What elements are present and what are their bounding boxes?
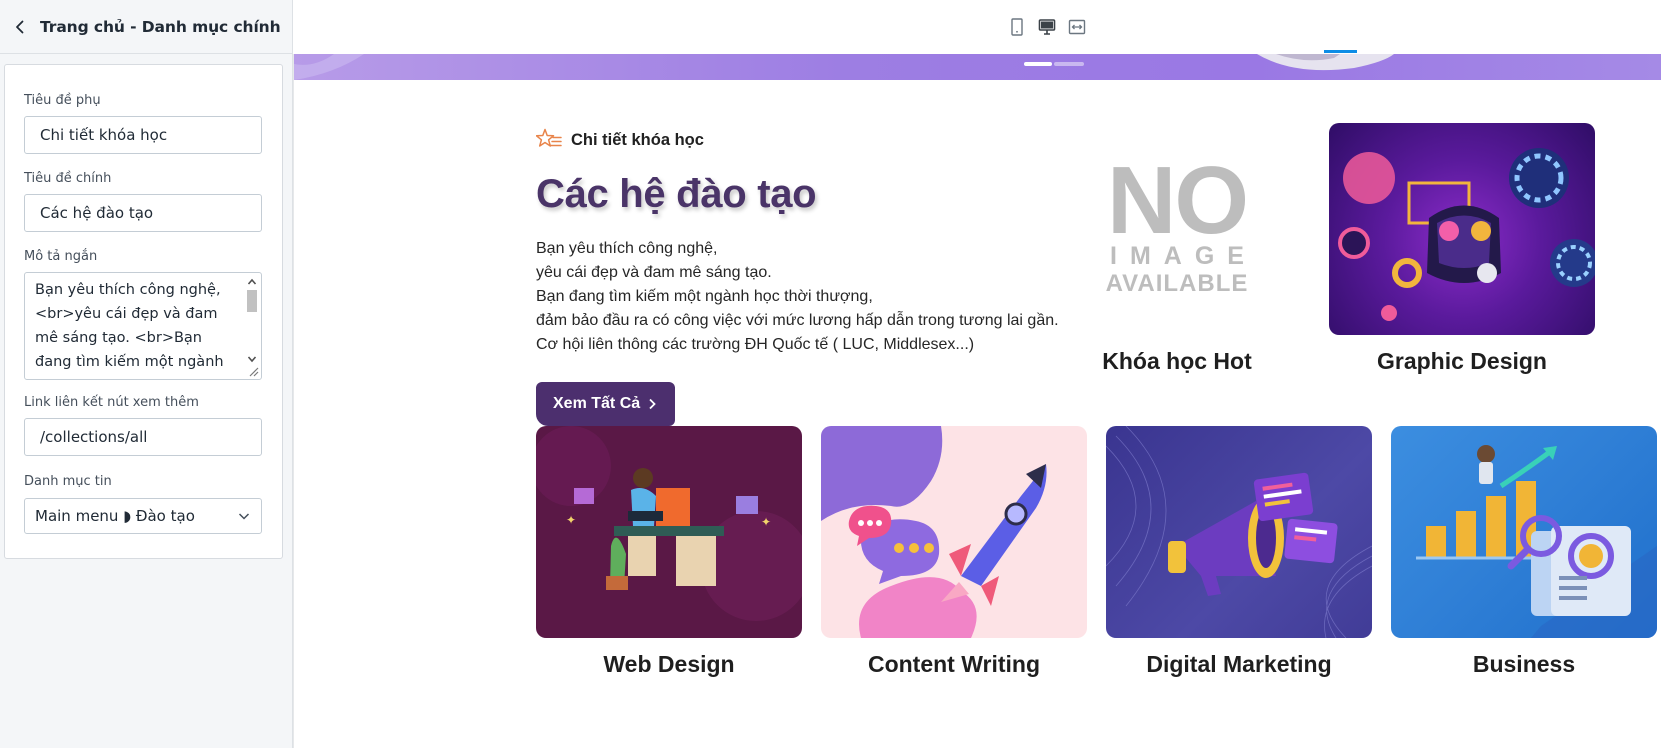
category-label: Digital Marketing <box>1146 651 1332 677</box>
fullwidth-icon <box>1068 19 1086 35</box>
page-preview: Chi tiết khóa học Các hệ đào tạo Bạn yêu… <box>293 54 1661 748</box>
no-image-placeholder: NO IMAGE AVAILABLE <box>1044 123 1310 335</box>
category-card-graphic-design[interactable]: Graphic Design <box>1329 123 1595 375</box>
no-image-text: AVAILABLE <box>1105 270 1249 297</box>
web-design-image: ✦ ✦ <box>536 426 802 638</box>
scroll-down-icon[interactable] <box>247 354 257 364</box>
settings-sidebar: Trang chủ - Danh mục chính Tiêu đề phụ C… <box>0 0 293 748</box>
scrollbar-thumb[interactable] <box>247 290 257 312</box>
settings-card: Tiêu đề phụ Chi tiết khóa học Tiêu đề ch… <box>4 64 283 559</box>
category-label: Khóa học Hot <box>1102 348 1252 374</box>
main-title-label: Tiêu đề chính <box>24 171 112 186</box>
mobile-view-button[interactable] <box>1002 12 1032 42</box>
subtitle-label: Tiêu đề phụ <box>24 93 101 108</box>
sidebar-header: Trang chủ - Danh mục chính <box>0 0 292 54</box>
category-card-digital-marketing[interactable]: Digital Marketing <box>1106 426 1372 678</box>
section-title: Các hệ đào tạo <box>536 172 817 216</box>
category-label: Graphic Design <box>1377 348 1547 374</box>
sidebar-title: Trang chủ - Danh mục chính <box>40 17 281 36</box>
svg-text:✦: ✦ <box>761 515 771 529</box>
category-label: Business <box>1472 651 1576 677</box>
mobile-icon <box>1011 18 1023 36</box>
slider-dot-active[interactable] <box>1024 62 1052 66</box>
category-card-content-writing[interactable]: Content Writing <box>821 426 1087 678</box>
description-line: đảm bảo đầu ra có công việc với mức lươn… <box>536 312 1059 329</box>
chevron-down-icon <box>238 513 250 520</box>
content-writing-image <box>821 426 1087 638</box>
chevron-left-icon <box>16 20 24 33</box>
slider-banner <box>294 54 1661 80</box>
main-title-input[interactable]: Các hệ đào tạo <box>24 194 262 232</box>
section-subtitle-row: Chi tiết khóa học <box>536 128 704 152</box>
short-desc-label: Mô tả ngắn <box>24 249 98 264</box>
business-image <box>1391 426 1657 638</box>
category-select[interactable]: Main menu ◗ Đào tạo <box>24 498 262 534</box>
desktop-icon <box>1038 19 1056 35</box>
section-description: Bạn yêu thích công nghệ, yêu cái đẹp và … <box>536 237 1096 357</box>
category-label: Web Design <box>603 651 735 677</box>
link-input[interactable]: /collections/all <box>24 418 262 456</box>
fullwidth-view-button[interactable] <box>1062 12 1092 42</box>
chevron-right-icon <box>649 398 656 410</box>
resize-handle-icon[interactable] <box>247 365 259 377</box>
active-view-indicator <box>1324 50 1357 53</box>
no-image-text: IMAGE <box>1110 242 1257 270</box>
category-card-business[interactable]: Business <box>1391 426 1657 678</box>
back-button[interactable] <box>6 13 34 41</box>
category-card-khoa-hoc-hot[interactable]: NO IMAGE AVAILABLE Khóa học Hot <box>1044 123 1310 375</box>
section-subtitle: Chi tiết khóa học <box>571 130 704 149</box>
link-label: Link liên kết nút xem thêm <box>24 395 199 410</box>
desktop-view-button[interactable] <box>1032 12 1062 42</box>
description-line: Bạn yêu thích công nghệ, <box>536 240 718 257</box>
short-desc-textarea[interactable]: Bạn yêu thích công nghệ, <br>yêu cái đẹp… <box>24 272 262 380</box>
textarea-scrollbar[interactable] <box>244 274 260 378</box>
graphic-design-image <box>1329 123 1595 335</box>
description-line: Cơ hội liên thông các trường ĐH Quốc tế … <box>536 336 975 353</box>
category-select-value: Main menu ◗ Đào tạo <box>35 507 195 525</box>
description-line: Bạn đang tìm kiếm một ngành học thời thư… <box>536 288 873 305</box>
view-all-label: Xem Tất Cả <box>553 395 641 412</box>
category-label: Danh mục tin <box>24 474 112 489</box>
view-all-button[interactable]: Xem Tất Cả <box>536 382 675 426</box>
star-icon <box>536 128 562 147</box>
digital-marketing-image <box>1106 426 1372 638</box>
no-image-text: NO <box>1107 147 1249 254</box>
category-card-web-design[interactable]: ✦ ✦ Web Design <box>536 426 802 678</box>
svg-text:✦: ✦ <box>566 513 576 527</box>
scroll-up-icon[interactable] <box>247 277 257 287</box>
banner-decoration <box>294 54 1394 80</box>
slider-dot[interactable] <box>1054 62 1084 66</box>
preview-toolbar <box>293 0 1661 54</box>
short-desc-text: Bạn yêu thích công nghệ, <br>yêu cái đẹp… <box>35 282 224 379</box>
category-label: Content Writing <box>867 651 1041 677</box>
subtitle-input[interactable]: Chi tiết khóa học <box>24 116 262 154</box>
description-line: yêu cái đẹp và đam mê sáng tạo. <box>536 264 772 281</box>
